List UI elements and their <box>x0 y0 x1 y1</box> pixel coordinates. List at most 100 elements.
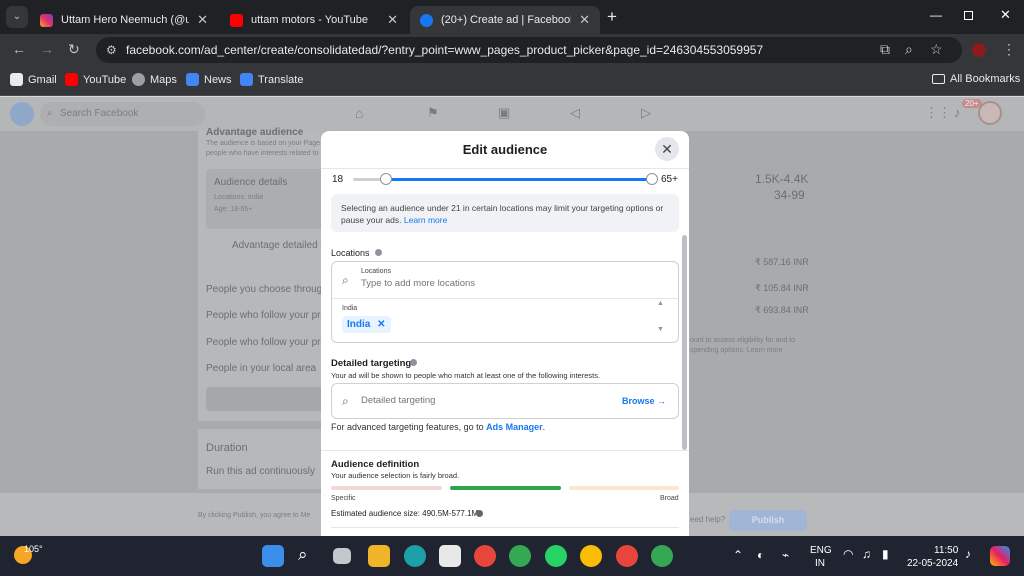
browser-toolbar: ← → ↻ ⚙ facebook.com/ad_center/create/co… <box>0 34 1024 66</box>
close-dialog-button[interactable]: ✕ <box>655 137 679 161</box>
reload-icon[interactable]: ↻ <box>68 41 80 58</box>
clock-time[interactable]: 11:50 <box>934 545 958 556</box>
menu-icon[interactable]: ⋮ <box>1002 41 1016 58</box>
bookmark-youtube[interactable]: YouTube <box>65 73 126 86</box>
tray-app-icon[interactable]: ◐ <box>757 548 764 562</box>
edge-icon[interactable] <box>404 545 426 567</box>
file-explorer-icon[interactable] <box>368 545 390 567</box>
tab-facebook[interactable]: (20+) Create ad | Facebook ✕ <box>410 6 600 34</box>
close-tab-icon[interactable]: ✕ <box>387 12 398 28</box>
tray-network-icon[interactable]: ⌁ <box>782 548 789 562</box>
install-icon[interactable]: ⧉ <box>880 41 890 58</box>
zoom-icon[interactable]: ⌕ <box>905 41 913 58</box>
battery-icon[interactable]: ▮ <box>882 547 889 561</box>
advantage-detailed-label: Advantage detailed ta <box>232 240 329 251</box>
close-tab-icon[interactable]: ✕ <box>579 12 590 28</box>
back-icon[interactable]: ← <box>12 41 26 57</box>
tray-overflow-icon[interactable]: ⌃ <box>733 548 743 562</box>
star-icon[interactable]: ☆ <box>930 41 943 58</box>
wifi-icon[interactable]: ◠ <box>843 547 853 561</box>
tab-youtube[interactable]: uttam motors - YouTube ✕ <box>220 6 408 34</box>
bookmark-gmail[interactable]: Gmail <box>10 73 57 86</box>
copilot-icon[interactable] <box>990 546 1010 566</box>
language-line-1[interactable]: ENG <box>810 545 832 556</box>
bookmark-maps[interactable]: Maps <box>132 73 177 86</box>
video-icon[interactable]: ▷ <box>641 105 651 121</box>
clock-date[interactable]: 22-05-2024 <box>907 558 958 569</box>
chrome-profile-icon[interactable] <box>651 545 673 567</box>
bookmark-translate[interactable]: Translate <box>240 73 303 86</box>
ads-manager-link[interactable]: Ads Manager <box>486 422 543 432</box>
info-icon[interactable] <box>375 249 382 256</box>
people-follow-option-2[interactable]: People who follow your prof <box>206 337 329 348</box>
site-info-icon[interactable]: ⚙ <box>106 37 117 63</box>
maximize-button[interactable] <box>964 11 973 20</box>
dialog-title: Edit audience <box>462 142 548 157</box>
flag-icon[interactable]: ⚑ <box>427 105 439 121</box>
volume-icon[interactable]: ♫ <box>862 547 871 561</box>
left-panel-button[interactable] <box>206 387 324 411</box>
home-icon[interactable]: ⌂ <box>355 105 363 121</box>
tab-instagram[interactable]: Uttam Hero Neemuch (@uttam ✕ <box>30 6 218 34</box>
scroll-up-icon[interactable]: ▲ <box>657 300 664 307</box>
definition-bar-broad <box>569 486 679 490</box>
learn-more-link[interactable]: Learn more <box>404 215 447 225</box>
age-max-handle[interactable] <box>646 173 658 185</box>
info-icon[interactable] <box>410 359 417 366</box>
minimize-button[interactable]: — <box>930 8 942 22</box>
news-icon <box>186 73 199 86</box>
chrome-icon[interactable] <box>474 545 496 567</box>
people-choose-option[interactable]: People you choose through <box>206 284 328 295</box>
profile-avatar[interactable] <box>972 43 986 57</box>
location-chip-india[interactable]: India ✕ <box>342 316 391 333</box>
detailed-targeting-box[interactable]: ⌕ Browse → <box>331 383 679 419</box>
dialog-scrollbar[interactable] <box>682 235 687 450</box>
locations-input[interactable] <box>361 278 661 289</box>
estimated-audience-size: Estimated audience size: 490.5M-577.1M <box>331 509 479 518</box>
selected-group-label: India <box>342 305 358 312</box>
reach-estimate-2: 34-99 <box>774 188 805 202</box>
people-follow-option-1[interactable]: People who follow your prof <box>206 310 329 321</box>
ads-icon[interactable]: ▣ <box>498 105 510 121</box>
info-icon[interactable] <box>476 510 483 517</box>
store-icon[interactable] <box>439 545 461 567</box>
facebook-logo[interactable] <box>10 102 34 126</box>
youtube-icon <box>230 13 243 27</box>
close-window-button[interactable]: ✕ <box>1000 7 1011 23</box>
close-tab-icon[interactable]: ✕ <box>197 12 208 28</box>
age-slider-track[interactable] <box>353 173 658 185</box>
bookmark-news[interactable]: News <box>186 73 232 86</box>
detailed-targeting-heading: Detailed targeting <box>331 358 412 369</box>
browse-button[interactable]: Browse → <box>622 396 666 406</box>
facebook-navbar: ⌕ Search Facebook ⌂ ⚑ ▣ ◁ ▷ ⋮⋮ ♪ 20+ <box>0 97 1024 131</box>
age-line: Age: 18-65+ <box>214 206 253 213</box>
age-min-handle[interactable] <box>380 173 392 185</box>
task-view-icon[interactable] <box>333 548 351 564</box>
chrome-profile-icon[interactable] <box>509 545 531 567</box>
notifications-icon[interactable]: ♪ <box>954 105 961 120</box>
megaphone-icon[interactable]: ◁ <box>570 105 580 121</box>
people-local-option[interactable]: People in your local area <box>206 363 316 374</box>
all-bookmarks[interactable]: All Bookmarks <box>932 73 1020 85</box>
translate-icon <box>240 73 253 86</box>
address-bar[interactable]: ⚙ facebook.com/ad_center/create/consolid… <box>96 37 962 63</box>
detailed-targeting-input[interactable] <box>361 395 611 406</box>
language-line-2[interactable]: IN <box>815 558 825 569</box>
whatsapp-icon[interactable] <box>545 545 567 567</box>
notification-bell-icon[interactable]: ♪ <box>965 547 971 561</box>
grid-menu-icon[interactable]: ⋮⋮ <box>925 105 951 121</box>
search-facebook-input[interactable]: ⌕ Search Facebook <box>40 102 205 126</box>
publish-button[interactable]: Publish <box>729 510 807 531</box>
scroll-down-icon[interactable]: ▼ <box>657 326 664 333</box>
start-icon[interactable] <box>262 545 284 567</box>
remove-chip-icon[interactable]: ✕ <box>377 319 385 330</box>
forward-icon[interactable]: → <box>40 41 54 57</box>
profile-avatar[interactable] <box>978 101 1002 125</box>
search-icon[interactable]: ⌕ <box>298 545 320 567</box>
tab-search-button[interactable]: ⌄ <box>6 6 28 28</box>
new-tab-button[interactable]: + <box>607 7 617 27</box>
need-help-link[interactable]: eed help? <box>690 515 725 524</box>
run-continuously-label[interactable]: Run this ad continuously <box>206 466 315 477</box>
chrome-profile-icon[interactable] <box>616 545 638 567</box>
chrome-profile-icon[interactable] <box>580 545 602 567</box>
